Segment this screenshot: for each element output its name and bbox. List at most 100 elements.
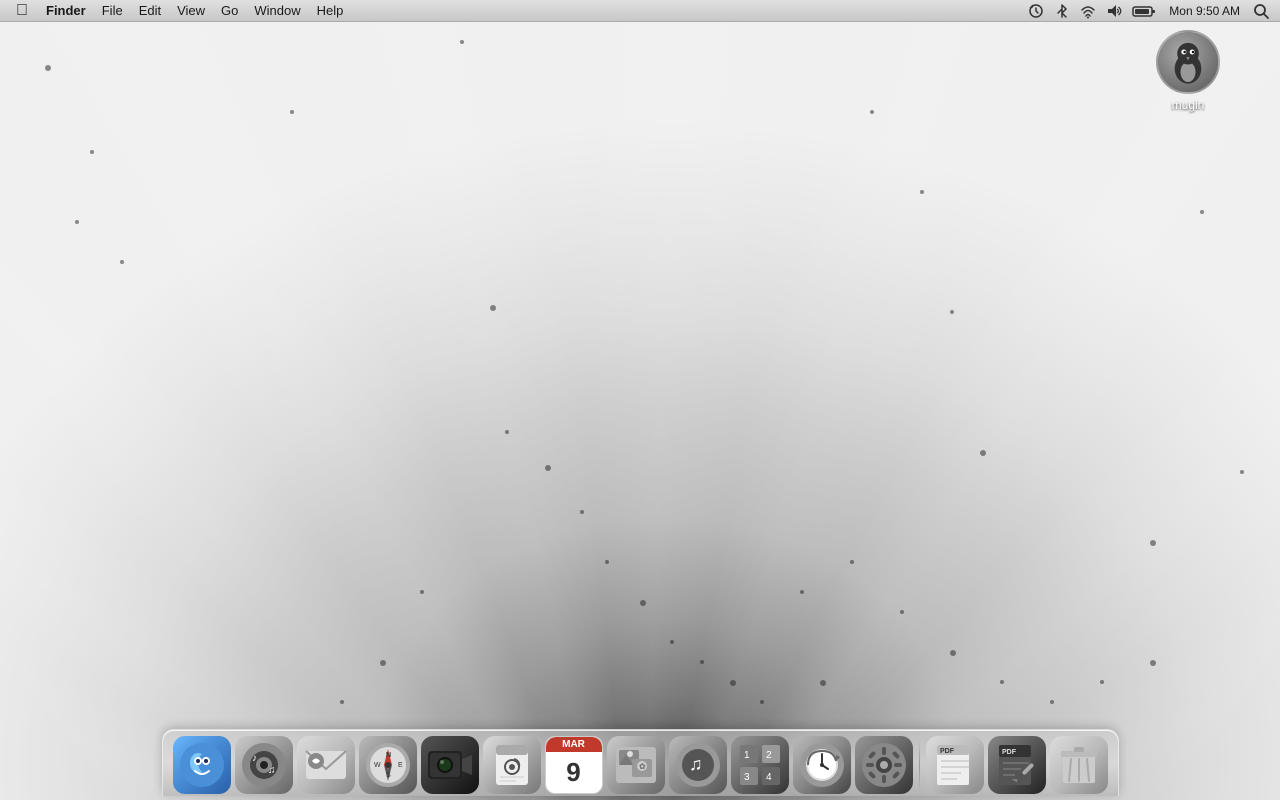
desktop-dot [1240, 470, 1244, 474]
apple-menu[interactable]:  [6, 0, 38, 22]
desktop-dot [290, 110, 294, 114]
user-label: mugin [1172, 98, 1205, 112]
dock-item-finder[interactable] [173, 736, 231, 794]
user-avatar [1156, 30, 1220, 94]
desktop-dot [950, 310, 954, 314]
dock-item-pdfpen[interactable]: PDF [988, 736, 1046, 794]
svg-text:PDF: PDF [940, 748, 955, 755]
dock-item-ical[interactable]: MAR 9 [545, 736, 603, 794]
dock-item-itunes-dj[interactable]: ♪ ♫ [235, 736, 293, 794]
dock: ♪ ♫ [162, 729, 1119, 796]
volume-status-icon[interactable] [1103, 3, 1125, 19]
dock-item-time-machine[interactable] [793, 736, 851, 794]
svg-text:4: 4 [766, 772, 772, 783]
svg-text:S: S [386, 772, 391, 779]
desktop-dot [700, 660, 704, 664]
desktop-dot [920, 190, 924, 194]
dock-item-iphoto[interactable]: ✿ [607, 736, 665, 794]
desktop-dot [950, 650, 956, 656]
system-prefs-icon [855, 736, 913, 794]
desktop-dot [545, 465, 551, 471]
svg-text:2: 2 [766, 750, 772, 761]
finder-icon [173, 736, 231, 794]
ical-icon: MAR 9 [545, 736, 603, 794]
menu-edit[interactable]: Edit [131, 0, 169, 22]
svg-text:♫: ♫ [268, 765, 276, 776]
menu-help[interactable]: Help [309, 0, 352, 22]
svg-text:E: E [398, 762, 403, 769]
desktop-dot [870, 110, 874, 114]
svg-text:N: N [386, 752, 391, 759]
desktop-dot [580, 510, 584, 514]
menu-finder[interactable]: Finder [38, 0, 94, 22]
menubar-left:  Finder File Edit View Go Window Help [0, 0, 1025, 22]
desktop-dot [1000, 680, 1004, 684]
desktop-dot [820, 680, 826, 686]
menubar:  Finder File Edit View Go Window Help [0, 0, 1280, 22]
time-machine-status-icon[interactable] [1025, 3, 1047, 19]
itunes-icon: ♫ [669, 736, 727, 794]
desktop-dot [120, 260, 124, 264]
desktop-dot [850, 560, 854, 564]
dock-item-mail[interactable] [297, 736, 355, 794]
dock-item-facetime[interactable] [421, 736, 479, 794]
desktop-dot [1100, 680, 1104, 684]
itunes-dj-icon: ♪ ♫ [235, 736, 293, 794]
desktop [0, 0, 1280, 800]
desktop-dot [490, 305, 496, 311]
dock-item-trash[interactable] [1050, 736, 1108, 794]
desktop-dot [420, 590, 424, 594]
dock-item-compass[interactable]: N S W E [359, 736, 417, 794]
spaces-icon: 1 2 3 4 [731, 736, 789, 794]
desktop-dot [900, 610, 904, 614]
svg-text:♫: ♫ [689, 754, 703, 774]
desktop-dot [605, 560, 609, 564]
bluetooth-status-icon[interactable] [1051, 3, 1073, 19]
calendar-month: MAR [546, 737, 602, 752]
svg-text:♪: ♪ [252, 753, 257, 764]
pdfpen-icon: PDF [988, 736, 1046, 794]
menu-go[interactable]: Go [213, 0, 246, 22]
preview-icon: PDF [926, 736, 984, 794]
dock-item-address-book[interactable] [483, 736, 541, 794]
address-book-icon [483, 736, 541, 794]
desktop-dot [800, 590, 804, 594]
dock-container: ♪ ♫ [0, 729, 1280, 800]
desktop-dot [505, 430, 509, 434]
dock-item-preview[interactable]: PDF [926, 736, 984, 794]
desktop-dot [730, 680, 736, 686]
wifi-status-icon[interactable] [1077, 3, 1099, 19]
svg-text:W: W [374, 762, 381, 769]
desktop-dot [460, 40, 464, 44]
desktop-dot [380, 660, 386, 666]
desktop-dot [1150, 540, 1156, 546]
battery-status-icon[interactable] [1129, 3, 1159, 19]
dock-item-itunes[interactable]: ♫ [669, 736, 727, 794]
compass-icon: N S W E [359, 736, 417, 794]
desktop-dot [640, 600, 646, 606]
menu-window[interactable]: Window [246, 0, 308, 22]
desktop-dot [1200, 210, 1204, 214]
desktop-dot [1150, 660, 1156, 666]
dock-item-system-prefs[interactable] [855, 736, 913, 794]
desktop-dot [670, 640, 674, 644]
user-icon[interactable]: mugin [1156, 30, 1220, 112]
svg-text:✿: ✿ [639, 762, 646, 771]
menu-view[interactable]: View [169, 0, 213, 22]
dock-item-spaces[interactable]: 1 2 3 4 [731, 736, 789, 794]
iphoto-icon: ✿ [607, 736, 665, 794]
menu-file[interactable]: File [94, 0, 131, 22]
desktop-dot [760, 700, 764, 704]
trash-icon [1050, 736, 1108, 794]
desktop-dot [980, 450, 986, 456]
desktop-dot [75, 220, 79, 224]
desktop-dot [90, 150, 94, 154]
desktop-dot [340, 700, 344, 704]
calendar-day: 9 [546, 752, 602, 793]
spotlight-icon[interactable] [1250, 3, 1272, 19]
svg-text:1: 1 [744, 750, 750, 761]
dock-separator [919, 739, 920, 791]
svg-text:PDF: PDF [1002, 749, 1017, 756]
clock-display[interactable]: Mon 9:50 AM [1163, 4, 1246, 18]
time-machine-icon [793, 736, 851, 794]
